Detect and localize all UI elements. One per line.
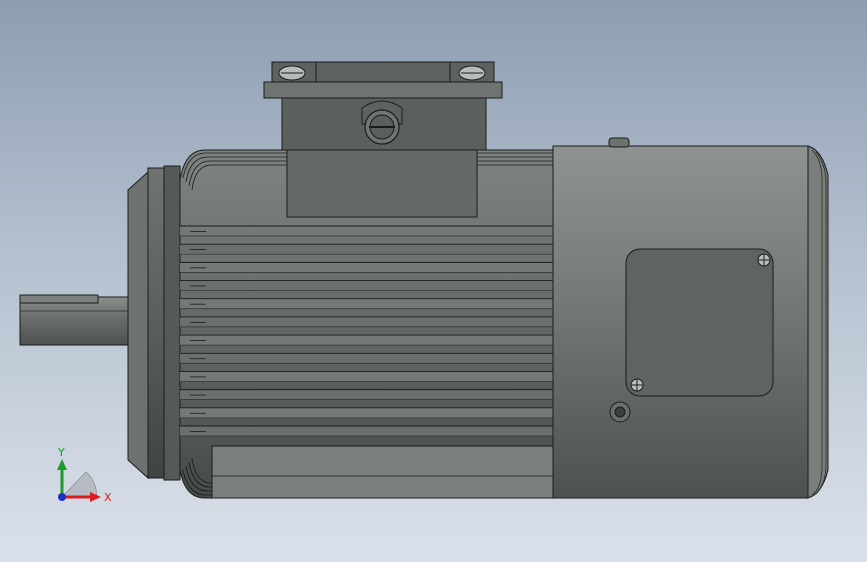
y-axis-arrowhead (57, 459, 67, 470)
coordinate-triad[interactable]: Y X (0, 0, 867, 562)
z-axis-dot (58, 493, 66, 501)
x-axis-label: X (104, 491, 112, 504)
graphics-viewport[interactable]: Y X (0, 0, 867, 562)
y-axis-label: Y (57, 446, 65, 459)
